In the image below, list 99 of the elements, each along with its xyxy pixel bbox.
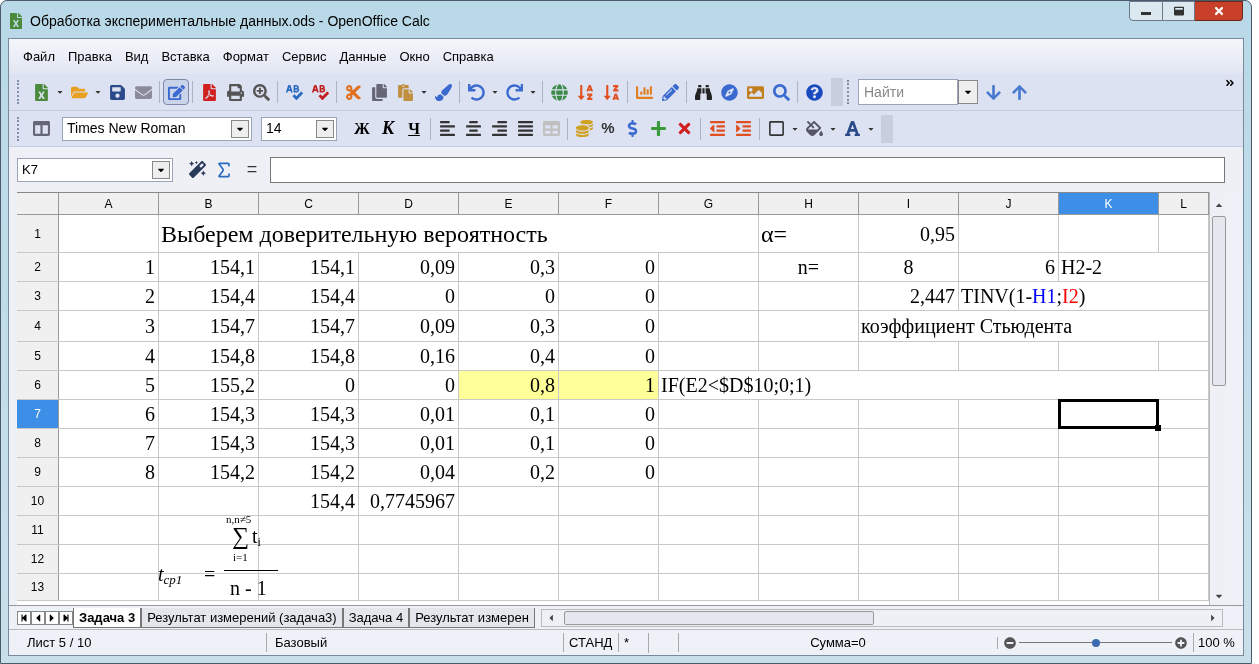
- column-header[interactable]: E: [459, 193, 559, 214]
- table-cell: α=: [759, 215, 859, 252]
- scrollbar-thumb[interactable]: [1211, 216, 1226, 386]
- row-header[interactable]: 11: [17, 516, 59, 544]
- font-name-field[interactable]: Times New Roman: [62, 116, 252, 141]
- menu-item[interactable]: Данные: [339, 46, 387, 67]
- sheet-tab[interactable]: Задача 3: [73, 607, 142, 628]
- corner-cell[interactable]: [17, 193, 59, 214]
- minimize-icon: [1141, 12, 1151, 15]
- caret-icon: [316, 119, 334, 138]
- column-header[interactable]: A: [59, 193, 159, 214]
- dropdown-caret-icon[interactable]: [420, 88, 428, 96]
- row-header[interactable]: 3: [17, 282, 59, 310]
- menu-item[interactable]: Окно: [399, 46, 430, 67]
- zoom-thumb[interactable]: [1091, 638, 1100, 647]
- table-cell: Выберем доверительную вероятность: [159, 215, 759, 252]
- close-button[interactable]: [1195, 1, 1243, 21]
- row-header[interactable]: 4: [17, 311, 59, 341]
- table-cell: 1: [559, 371, 659, 399]
- row-header[interactable]: 8: [17, 429, 59, 457]
- column-header[interactable]: C: [259, 193, 359, 214]
- table-cell: 0,8: [459, 371, 559, 399]
- menu-item[interactable]: Формат: [222, 46, 269, 67]
- maximize-icon: [1173, 6, 1184, 16]
- table-cell: коэффициент Стьюдента: [859, 311, 1209, 341]
- formula-term: t$_{i}$: [252, 526, 261, 546]
- menu-item[interactable]: Справка: [442, 46, 494, 67]
- caret-icon: [152, 160, 170, 179]
- insert-mode: СТАНД: [563, 632, 618, 653]
- column-header[interactable]: G: [659, 193, 759, 214]
- column-header[interactable]: F: [559, 193, 659, 214]
- fraction-line: [224, 570, 278, 571]
- column-header[interactable]: J: [959, 193, 1059, 214]
- menu-item[interactable]: Файл: [23, 46, 55, 67]
- page-style: Базовый: [266, 632, 563, 653]
- row-header[interactable]: 13: [17, 574, 59, 600]
- table-cell: IF(E2<$D$10;0;1): [659, 371, 1209, 399]
- caret-icon: [231, 119, 249, 138]
- last-sheet-icon[interactable]: [59, 610, 73, 625]
- minimize-button[interactable]: [1129, 1, 1163, 21]
- table-cell: TINV(1-H1;I2): [959, 282, 1209, 310]
- function-button[interactable]: =: [242, 156, 262, 183]
- menu-item[interactable]: Вид: [124, 46, 149, 67]
- scrollbar-thumb[interactable]: [563, 610, 874, 625]
- close-icon: [1212, 5, 1225, 17]
- formula-lower-limit: i=1: [233, 552, 248, 563]
- spreadsheet-icon: [8, 13, 24, 29]
- zoom-in-icon[interactable]: [1175, 636, 1187, 649]
- cell-cursor[interactable]: [1058, 399, 1159, 429]
- bold-button[interactable]: Ж: [349, 116, 375, 141]
- dropdown-caret-icon[interactable]: [491, 88, 499, 96]
- column-header[interactable]: D: [359, 193, 459, 214]
- window-title: Обработка экспериментальные данных.ods - OpenOffice Calc: [30, 12, 430, 31]
- column-header[interactable]: H: [759, 193, 859, 214]
- column-header[interactable]: B: [159, 193, 259, 214]
- percent-format-button[interactable]: %: [597, 115, 619, 142]
- row-header[interactable]: 12: [17, 545, 59, 573]
- italic-button[interactable]: К: [375, 115, 401, 142]
- menu-item[interactable]: Вставка: [161, 46, 210, 67]
- dropdown-caret-icon[interactable]: [529, 88, 537, 96]
- sheet-tab[interactable]: Результат измерений (задача3): [141, 607, 343, 628]
- row-header[interactable]: 2: [17, 253, 59, 281]
- formula-upper-limit: n,n≠5: [226, 514, 252, 525]
- dropdown-caret-icon[interactable]: [56, 88, 64, 96]
- row-header[interactable]: 6: [17, 371, 59, 399]
- formula-input[interactable]: [270, 156, 1225, 183]
- formula-denominator: n - 1: [230, 578, 267, 598]
- underline-button[interactable]: Ч: [401, 116, 427, 141]
- sheet-tab[interactable]: Задача 4: [342, 607, 410, 628]
- sheet-indicator: Лист 5 / 10: [26, 633, 93, 652]
- column-header[interactable]: L: [1159, 193, 1209, 214]
- function-wizard-icon[interactable]: [189, 161, 206, 178]
- dropdown-button[interactable]: [958, 80, 978, 104]
- first-sheet-icon[interactable]: [17, 610, 31, 625]
- zoom-out-icon[interactable]: [1004, 636, 1016, 649]
- row-header[interactable]: 1: [17, 215, 59, 252]
- next-sheet-icon[interactable]: [45, 610, 59, 625]
- sheet-tab[interactable]: Результат измерен: [409, 607, 535, 628]
- row-header[interactable]: 9: [17, 458, 59, 486]
- horizontal-scrollbar[interactable]: [540, 608, 1223, 627]
- modified-indicator: *: [618, 632, 648, 653]
- name-box[interactable]: K7: [17, 157, 173, 182]
- zoom-level: 100 %: [1193, 632, 1243, 653]
- row-header[interactable]: 5: [17, 342, 59, 370]
- formula-equals: =: [204, 564, 216, 584]
- font-size-field[interactable]: 14: [261, 116, 337, 141]
- maximize-button[interactable]: [1163, 1, 1195, 21]
- formula-sum-sign: ∑: [232, 524, 250, 548]
- find-field[interactable]: Найти: [858, 79, 958, 105]
- menu-item[interactable]: Сервис: [281, 46, 327, 67]
- row-header[interactable]: 10: [17, 487, 59, 515]
- column-header[interactable]: I: [859, 193, 959, 214]
- dropdown-caret-icon[interactable]: [94, 88, 102, 96]
- previous-sheet-icon[interactable]: [31, 610, 45, 625]
- menu-item[interactable]: Правка: [67, 46, 112, 67]
- edit-mode-button[interactable]: [163, 79, 189, 105]
- table-cell: H2-2: [1059, 253, 1209, 281]
- sum-display: Сумма=0: [678, 632, 997, 653]
- more-options-icon[interactable]: [1225, 78, 1235, 88]
